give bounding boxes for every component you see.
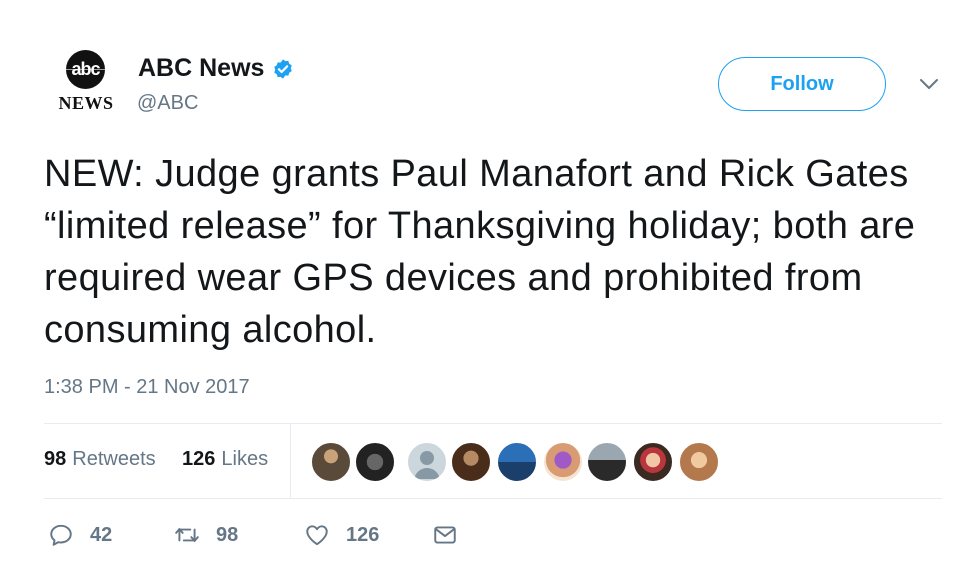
heart-icon [306,525,328,546]
likes-count: 126 [182,448,216,470]
avatar[interactable] [586,441,628,483]
follow-button[interactable]: Follow [718,57,886,111]
retweets-stat[interactable]: 98 Retweets [44,448,156,471]
retweet-icon [175,528,199,542]
avatar[interactable] [354,441,396,483]
abc-logo-wordmark: NEWS [58,93,114,113]
like-count: 126 [346,523,380,546]
divider-bottom [44,498,942,499]
retweet-count: 98 [216,523,239,546]
avatar[interactable] [406,441,448,483]
avatar[interactable] [678,441,720,483]
reply-count: 42 [90,523,113,546]
abc-news-logo[interactable]: abc NEWS [52,50,120,118]
direct-message-action[interactable] [432,522,458,548]
avatar[interactable] [310,441,352,483]
abc-logo-circle: abc [66,50,105,89]
account-handle[interactable]: @ABC [137,92,198,115]
stats-vertical-divider [290,424,291,498]
avatar[interactable] [450,441,492,483]
retweets-label: Retweets [72,448,156,470]
avatar[interactable] [542,441,584,483]
tweet-text: NEW: Judge grants Paul Manafort and Rick… [44,153,916,351]
retweet-action[interactable]: 98 [174,522,238,548]
avatar[interactable] [496,441,538,483]
like-action[interactable]: 126 [304,522,379,548]
likes-label: Likes [221,448,269,470]
chevron-down-icon[interactable] [918,76,940,92]
retweets-count: 98 [44,448,67,470]
divider-top [44,423,942,424]
message-icon [434,526,456,544]
verified-badge-icon [274,58,293,79]
likes-stat[interactable]: 126 Likes [182,448,268,471]
avatar[interactable] [632,441,674,483]
account-name-row: ABC News [138,54,294,83]
account-name[interactable]: ABC News [138,54,264,83]
reply-icon [50,524,72,546]
tweet-timestamp[interactable]: 1:38 PM - 21 Nov 2017 [44,376,250,399]
reply-action[interactable]: 42 [48,522,112,548]
